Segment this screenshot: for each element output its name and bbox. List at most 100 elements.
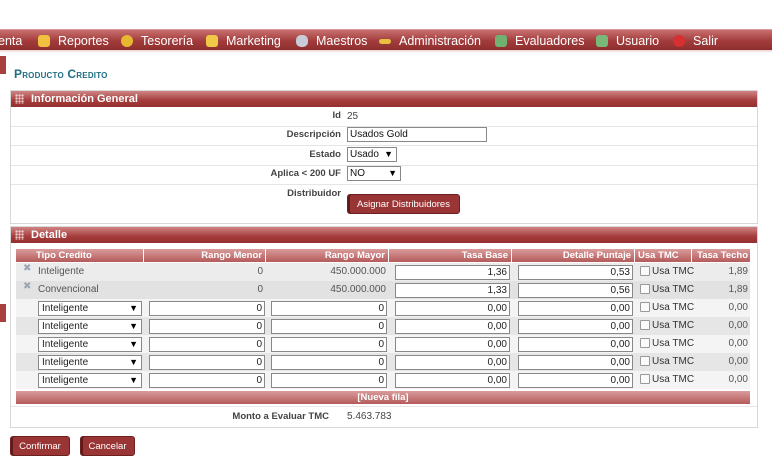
tipo-credito-select[interactable]: Inteligente ▼ [38, 373, 142, 388]
tipo-credito-select[interactable]: Inteligente ▼ [38, 337, 142, 352]
rango-menor-input[interactable]: 0 [149, 337, 265, 352]
rango-mayor-input[interactable]: 0 [271, 373, 387, 388]
descripcion-input[interactable]: Usados Gold [347, 127, 487, 142]
descripcion-label: Descripción [286, 129, 341, 140]
exit-icon [673, 35, 685, 47]
nav-item-administracion[interactable]: Administración [379, 33, 481, 49]
cell-menor: 0 [257, 284, 263, 295]
nueva-fila-link[interactable]: [Nueva fila] [16, 391, 750, 404]
tipo-credito-select[interactable]: Inteligente ▼ [38, 355, 142, 370]
delete-icon[interactable]: ✖ [23, 263, 31, 274]
tasa-base-input[interactable]: 0,00 [395, 319, 510, 334]
detalle-section: Detalle Tipo Credito Rango Menor Rango M… [10, 226, 758, 428]
gear-icon [495, 35, 507, 47]
usa-tmc-checkbox[interactable] [640, 338, 650, 348]
users-icon [596, 35, 608, 47]
cell-techo: 1,89 [728, 284, 748, 295]
rango-menor-input[interactable]: 0 [149, 301, 265, 316]
nav-item-usuario[interactable]: Usuario [596, 33, 659, 49]
col-detalle-puntaje: Detalle Puntaje [512, 249, 635, 262]
cancelar-button[interactable]: Cancelar [80, 436, 135, 456]
rango-mayor-input[interactable]: 0 [271, 301, 387, 316]
detalle-puntaje-input[interactable]: 0,00 [518, 355, 633, 370]
cell-techo: 0,00 [728, 338, 748, 349]
nav-item-tesoreria[interactable]: Tesorería [121, 33, 193, 49]
col-tasa-base: Tasa Base [389, 249, 512, 262]
aplica-label: Aplica < 200 UF [270, 168, 342, 179]
rango-mayor-input[interactable]: 0 [271, 337, 387, 352]
aplica-select[interactable]: NO ▼ [347, 166, 401, 181]
chevron-down-icon: ▼ [384, 149, 393, 159]
detalle-puntaje-input[interactable]: 0,00 [518, 373, 633, 388]
detalle-puntaje-input[interactable]: 0,00 [518, 337, 633, 352]
cell-techo: 0,00 [728, 320, 748, 331]
aplica-row: Aplica < 200 UF NO ▼ [11, 166, 757, 185]
monto-value: 5.463.783 [347, 411, 392, 422]
usa-tmc-label: Usa TMC [652, 284, 695, 295]
delete-icon[interactable]: ✖ [23, 281, 31, 292]
chevron-down-icon: ▼ [129, 339, 138, 349]
database-icon [296, 35, 308, 47]
detalle-puntaje-input[interactable]: 0,00 [518, 319, 633, 334]
rango-menor-input[interactable]: 0 [149, 319, 265, 334]
tasa-base-input[interactable]: 0,00 [395, 373, 510, 388]
detalle-puntaje-input[interactable]: 0,00 [518, 301, 633, 316]
nav-item-venta[interactable]: enta [0, 33, 22, 49]
estado-label: Estado [309, 149, 341, 160]
nav-item-marketing[interactable]: Marketing [206, 33, 281, 49]
monto-row: Monto a Evaluar TMC 5.463.783 [11, 406, 757, 427]
usa-tmc-checkbox[interactable] [640, 284, 650, 294]
side-tab-lower [0, 304, 6, 322]
chevron-down-icon: ▼ [388, 168, 397, 178]
rango-menor-input[interactable]: 0 [149, 373, 265, 388]
distribuidor-label: Distribuidor [287, 188, 341, 199]
usa-tmc-checkbox[interactable] [640, 266, 650, 276]
usa-tmc-label: Usa TMC [652, 266, 695, 277]
usa-tmc-checkbox[interactable] [640, 320, 650, 330]
rango-mayor-input[interactable]: 0 [271, 319, 387, 334]
distribuidor-row: Distribuidor Asignar Distribuidores [11, 185, 757, 223]
estado-select[interactable]: Usado ▼ [347, 147, 397, 162]
tasa-base-input[interactable]: 1,36 [395, 265, 510, 280]
nav-item-reportes[interactable]: Reportes [38, 33, 109, 49]
nav-item-evaluadores[interactable]: Evaluadores [495, 33, 585, 49]
table-row: Inteligente ▼ 0 0 0,00 0,00 Usa TMC 0,00 [16, 299, 750, 317]
monto-label: Monto a Evaluar TMC [232, 411, 329, 422]
usa-tmc-checkbox[interactable] [640, 356, 650, 366]
general-section-header: Información General [11, 91, 757, 107]
rango-mayor-input[interactable]: 0 [271, 355, 387, 370]
nav-item-salir[interactable]: Salir [673, 33, 718, 49]
tasa-base-input[interactable]: 0,00 [395, 337, 510, 352]
usa-tmc-checkbox[interactable] [640, 302, 650, 312]
cell-techo: 0,00 [728, 356, 748, 367]
detalle-puntaje-input[interactable]: 0,56 [518, 283, 633, 298]
monitor-icon [206, 35, 218, 47]
general-section: Información General Id 25 Descripción Us… [10, 90, 758, 224]
detalle-puntaje-input[interactable]: 0,53 [518, 265, 633, 280]
id-value: 25 [347, 111, 359, 122]
cell-tipo: Inteligente [38, 266, 85, 277]
confirmar-button[interactable]: Confirmar [10, 436, 70, 456]
col-tasa-techo: Tasa Techo [692, 249, 750, 262]
table-row: Inteligente ▼ 0 0 0,00 0,00 Usa TMC 0,00 [16, 317, 750, 335]
key-icon [379, 39, 391, 44]
usa-tmc-checkbox[interactable] [640, 374, 650, 384]
cell-techo: 1,89 [728, 266, 748, 277]
tasa-base-input[interactable]: 0,00 [395, 301, 510, 316]
usa-tmc-label: Usa TMC [652, 374, 695, 385]
tasa-base-input[interactable]: 1,33 [395, 283, 510, 298]
usa-tmc-label: Usa TMC [652, 338, 695, 349]
page-title: Producto Credito [14, 67, 108, 81]
navbar-shadow [0, 50, 772, 53]
rango-menor-input[interactable]: 0 [149, 355, 265, 370]
id-row: Id 25 [11, 107, 757, 127]
tipo-credito-select[interactable]: Inteligente ▼ [38, 319, 142, 334]
col-usa-tmc: Usa TMC [635, 249, 692, 262]
table-row: Inteligente ▼ 0 0 0,00 0,00 Usa TMC 0,00 [16, 353, 750, 371]
nav-item-maestros[interactable]: Maestros [296, 33, 367, 49]
tipo-credito-select[interactable]: Inteligente ▼ [38, 301, 142, 316]
coin-icon [121, 35, 133, 47]
chevron-down-icon: ▼ [129, 321, 138, 331]
asignar-distribuidores-button[interactable]: Asignar Distribuidores [347, 194, 460, 214]
tasa-base-input[interactable]: 0,00 [395, 355, 510, 370]
